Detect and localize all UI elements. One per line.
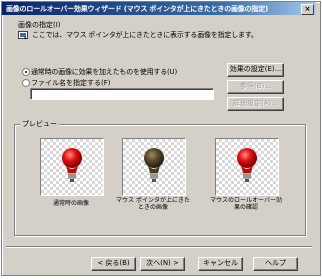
next-button[interactable]: 次へ(N) > [140, 257, 185, 271]
help-button[interactable]: ヘルプ [253, 257, 298, 271]
red-bulb-icon [62, 148, 82, 182]
cancel-button[interactable]: キャンセル [198, 257, 243, 271]
wizard-icon [18, 30, 28, 40]
title-bar[interactable]: 画像のロールオーバー効果ウィザード (マウス ポインタが上にきたときの画像の指定… [2, 2, 316, 15]
dark-bulb-icon [144, 148, 164, 182]
close-button[interactable]: × [301, 4, 314, 15]
window-title: 画像のロールオーバー効果ウィザード (マウス ポインタが上にきたときの画像の指定… [6, 5, 269, 13]
preview-rollover-image[interactable] [215, 138, 279, 196]
image-spec-description: ここでは、マウス ポインタが上にきたときに表示する画像を指定します。 [32, 31, 258, 39]
preview-hover-caption: マウス ポインタが上にきたときの画像 [116, 197, 190, 211]
option-effect-label[interactable]: 通常時の画像に効果を加えたものを使用する(U) [31, 67, 177, 77]
advanced-settings-button[interactable]: 詳細設定(A)... [227, 97, 284, 111]
preview-label: プレビュー [20, 119, 59, 129]
radio-specify-file[interactable] [22, 79, 30, 87]
radio-use-effect[interactable] [22, 68, 30, 76]
option-file-label[interactable]: ファイル名を指定する(F) [31, 78, 111, 88]
footer-separator [6, 246, 312, 248]
red-bulb-icon [237, 148, 257, 182]
file-path-input[interactable] [30, 88, 214, 100]
browse-button[interactable]: 参照(B)... [227, 80, 284, 94]
preview-normal-image [40, 138, 104, 196]
preview-hover-image [122, 138, 186, 196]
preview-rollover-caption: マウスのロールオーバー効果の確認 [210, 197, 282, 211]
back-button[interactable]: < 戻る(B) [91, 257, 136, 271]
preview-normal-caption: 通常時の画像 [52, 200, 89, 207]
effect-settings-button[interactable]: 効果の設定(E)... [227, 63, 284, 77]
image-spec-heading: 画像の指定(I) [18, 21, 61, 29]
